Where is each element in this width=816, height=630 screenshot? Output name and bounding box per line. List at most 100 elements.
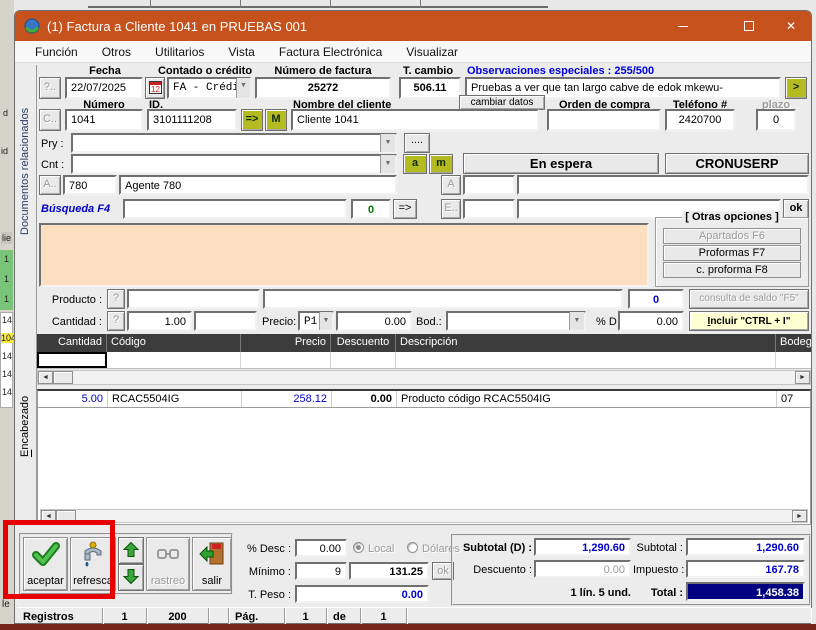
plazo-field[interactable]: 0 bbox=[756, 109, 796, 131]
maximize-button[interactable] bbox=[727, 11, 771, 41]
chevron-down-icon[interactable]: ▼ bbox=[569, 312, 584, 330]
pdesc-field[interactable]: 0.00 bbox=[295, 539, 347, 557]
move-up-button[interactable] bbox=[118, 537, 144, 564]
radio-local-label[interactable]: Local bbox=[368, 543, 394, 555]
column-header[interactable]: Descripción bbox=[396, 334, 776, 352]
pry-dropdown[interactable] bbox=[71, 133, 397, 153]
cantidad-question-button[interactable]: ? bbox=[107, 311, 125, 331]
cantidad-extra-field[interactable] bbox=[194, 311, 257, 331]
agente-code-field[interactable]: 780 bbox=[63, 175, 117, 195]
agente-button[interactable]: A.. bbox=[39, 175, 61, 195]
scroll-right-arrow[interactable]: ► bbox=[795, 371, 810, 384]
edit-grid-hscrollbar[interactable]: ◄ ► bbox=[37, 370, 811, 385]
busqueda-field[interactable] bbox=[123, 199, 347, 219]
a2-button[interactable]: A bbox=[441, 175, 461, 195]
e-button[interactable]: E.. bbox=[441, 199, 461, 219]
edit-cell[interactable] bbox=[107, 352, 241, 368]
numero-factura-field[interactable]: 25272 bbox=[255, 77, 391, 99]
producto-question-button[interactable]: ? bbox=[107, 289, 125, 309]
column-header[interactable]: Precio bbox=[241, 334, 331, 352]
aux-field-3[interactable] bbox=[463, 199, 515, 219]
calendar-button[interactable]: 12 bbox=[145, 77, 165, 99]
aux-field-1[interactable] bbox=[463, 175, 515, 195]
cambiar-datos-button[interactable]: cambiar datos bbox=[459, 95, 545, 110]
menu-factura-electronica[interactable]: Factura Electrónica bbox=[267, 45, 394, 59]
close-icon: ✕ bbox=[786, 19, 796, 33]
cantidad-field[interactable]: 1.00 bbox=[127, 311, 192, 331]
close-button[interactable]: ✕ bbox=[769, 11, 813, 41]
chevron-down-icon[interactable]: ▼ bbox=[380, 155, 395, 173]
radio-local[interactable] bbox=[353, 542, 364, 553]
chevron-down-icon[interactable]: ▼ bbox=[236, 78, 250, 98]
telefono-field[interactable]: 2420700 bbox=[665, 109, 735, 131]
column-header[interactable]: Bodega bbox=[776, 334, 811, 352]
menu-vista[interactable]: Vista bbox=[216, 45, 266, 59]
status-bar: Registros 1 200 Pág. 1 de 1 bbox=[17, 607, 811, 624]
menu-funcion[interactable]: Función bbox=[23, 45, 90, 59]
a-button[interactable]: a bbox=[403, 154, 427, 174]
scroll-thumb[interactable] bbox=[53, 371, 73, 384]
apartados-button[interactable]: Apartados F6 bbox=[663, 228, 801, 244]
pry-more-button[interactable]: .... bbox=[404, 133, 430, 153]
radio-dolares[interactable] bbox=[407, 542, 418, 553]
t-cambio-field[interactable]: 506.11 bbox=[399, 77, 461, 99]
cnt-dropdown[interactable] bbox=[71, 154, 397, 174]
pd-field[interactable]: 0.00 bbox=[618, 311, 684, 331]
question-button[interactable]: ?.. bbox=[39, 77, 61, 99]
menu-utilitarios[interactable]: Utilitarios bbox=[143, 45, 216, 59]
otras-opciones-group: [ Otras opciones ] Apartados F6 Proforma… bbox=[655, 217, 809, 287]
fecha-field[interactable]: 22/07/2025 bbox=[65, 77, 143, 99]
precio-field[interactable]: 0.00 bbox=[336, 311, 412, 331]
m-button[interactable]: M bbox=[265, 109, 287, 131]
chevron-down-icon[interactable]: ▼ bbox=[380, 134, 395, 152]
menu-otros[interactable]: Otros bbox=[90, 45, 143, 59]
minimize-button[interactable] bbox=[661, 11, 705, 41]
id-cliente-field[interactable]: 3101111208 bbox=[147, 109, 237, 131]
scroll-right-arrow[interactable]: ► bbox=[792, 510, 807, 522]
cronuserp-button[interactable]: CRONUSERP bbox=[665, 153, 809, 174]
minimo-valor-field[interactable]: 131.25 bbox=[349, 562, 429, 580]
proformas-button[interactable]: Proformas F7 bbox=[663, 245, 801, 261]
salir-button[interactable]: salir bbox=[192, 537, 232, 591]
tab-documentos-relacionados[interactable]: Documentos relacionados bbox=[19, 71, 35, 271]
en-espera-button[interactable]: En espera bbox=[463, 153, 659, 174]
bodega-dropdown[interactable] bbox=[446, 311, 586, 331]
aux-field-2[interactable] bbox=[517, 175, 809, 195]
consulta-saldo-button[interactable]: consulta de saldo "F5" bbox=[689, 289, 809, 309]
m-small-button[interactable]: m bbox=[429, 154, 453, 174]
rastreo-button[interactable]: rastreo bbox=[146, 537, 190, 591]
minimo-codigo-field[interactable]: 9 bbox=[295, 562, 347, 580]
column-header[interactable]: Cantidad bbox=[37, 334, 107, 352]
busqueda-go-button[interactable]: => bbox=[393, 199, 417, 219]
edit-cell[interactable] bbox=[331, 352, 396, 368]
edit-cell[interactable] bbox=[396, 352, 776, 368]
incluir-button[interactable]: Incluir "CTRL + I" bbox=[689, 311, 809, 331]
column-header[interactable]: Código bbox=[107, 334, 241, 352]
edit-cell[interactable] bbox=[776, 352, 811, 368]
orden-compra-field[interactable] bbox=[547, 109, 661, 131]
edit-cell-focused[interactable] bbox=[37, 352, 107, 368]
c-proforma-button[interactable]: c. proforma F8 bbox=[663, 262, 801, 278]
descuento-field: 0.00 bbox=[534, 560, 631, 578]
detail-grid-hscrollbar[interactable]: ◄ ► bbox=[40, 509, 808, 523]
ok-button[interactable]: ok bbox=[783, 199, 809, 219]
cell-bodega: 07 bbox=[777, 391, 810, 407]
memo-area[interactable] bbox=[39, 223, 649, 287]
tpeso-field[interactable]: 0.00 bbox=[295, 585, 429, 603]
cliente-button[interactable]: C.. bbox=[39, 109, 61, 131]
column-header[interactable]: Descuento bbox=[331, 334, 396, 352]
move-down-button[interactable] bbox=[118, 564, 144, 591]
numero-cliente-field[interactable]: 1041 bbox=[65, 109, 143, 131]
table-row[interactable]: 5.00 RCAC5504IG 258.12 0.00 Producto cód… bbox=[38, 391, 810, 408]
nombre-cliente-field[interactable]: Cliente 1041 bbox=[291, 109, 539, 131]
agente-nombre-field[interactable]: Agente 780 bbox=[119, 175, 397, 195]
producto-codigo-field[interactable] bbox=[127, 289, 260, 309]
producto-nombre-field[interactable] bbox=[263, 289, 623, 309]
menu-visualizar[interactable]: Visualizar bbox=[394, 45, 470, 59]
edit-cell[interactable] bbox=[241, 352, 331, 368]
observaciones-expand-button[interactable]: > bbox=[785, 77, 807, 99]
chevron-down-icon[interactable]: ▼ bbox=[319, 312, 332, 330]
tab-encabezado[interactable]: Encabezado bbox=[19, 341, 35, 511]
scroll-left-arrow[interactable]: ◄ bbox=[38, 371, 53, 384]
goto-cliente-button[interactable]: => bbox=[241, 109, 263, 131]
